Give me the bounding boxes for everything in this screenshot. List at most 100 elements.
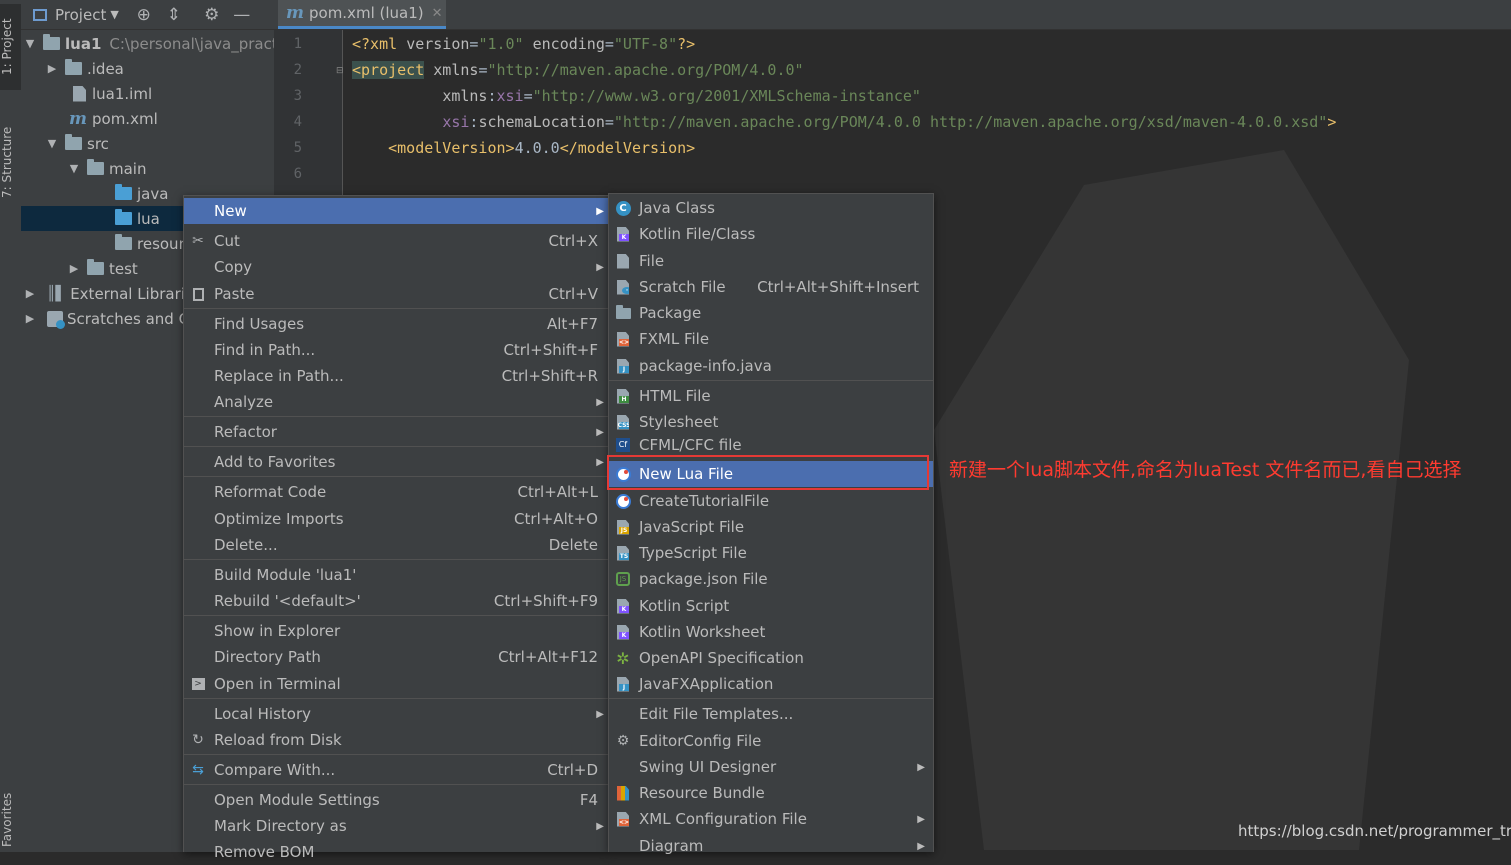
submenu-item-package-json[interactable]: JS package.json File: [609, 566, 933, 592]
submenu-arrow-icon: ▶: [596, 456, 604, 468]
line-number: 6: [293, 166, 302, 182]
submenu-item-java-class[interactable]: C Java Class: [609, 195, 933, 221]
locate-icon[interactable]: ⊕: [135, 5, 153, 25]
xml-value: "1.0": [478, 35, 524, 53]
expand-arrow-icon[interactable]: ▼: [67, 162, 81, 175]
project-toolbar: Project ▼ ⊕ ⇕ ⚙ —: [21, 0, 274, 30]
menu-item-label: Cut: [214, 232, 240, 250]
menu-item-label: Find Usages: [214, 315, 305, 333]
menu-item-label: TypeScript File: [639, 544, 747, 562]
menu-item-add-to-favorites[interactable]: Add to Favorites ▶: [184, 449, 608, 475]
code-line-3[interactable]: xmlns:xsi="http://www.w3.org/2001/XMLSch…: [352, 87, 921, 105]
submenu-item-cfml-file[interactable]: Cf CFML/CFC file: [609, 435, 933, 455]
submenu-item-fxml-file[interactable]: <> FXML File: [609, 326, 933, 352]
menu-item-new[interactable]: New ▶: [184, 198, 608, 224]
menu-item-delete[interactable]: Delete... Delete: [184, 532, 608, 558]
menu-item-shortcut: Ctrl+X: [548, 232, 598, 250]
expand-arrow-icon[interactable]: ▼: [45, 137, 59, 150]
menu-item-label: CFML/CFC file: [639, 436, 742, 454]
menu-item-label: New: [214, 202, 247, 220]
hide-panel-icon[interactable]: —: [233, 5, 251, 25]
line-number: 1: [293, 36, 302, 52]
xml-decl-open: <?xml: [352, 35, 407, 53]
expand-arrow-icon[interactable]: ▼: [23, 37, 37, 50]
submenu-item-stylesheet[interactable]: CSS Stylesheet: [609, 409, 933, 435]
code-line-1[interactable]: <?xml version="1.0" encoding="UTF-8"?>: [352, 35, 695, 53]
menu-item-analyze[interactable]: Analyze ▶: [184, 389, 608, 415]
submenu-item-openapi[interactable]: ✲ OpenAPI Specification: [609, 645, 933, 671]
structure-tool-tab[interactable]: 7: Structure: [0, 112, 21, 212]
xml-value: "http://maven.apache.org/POM/4.0.0 http:…: [613, 113, 1328, 131]
menu-item-show-in-explorer[interactable]: Show in Explorer: [184, 618, 608, 644]
menu-item-mark-directory-as[interactable]: Mark Directory as ▶: [184, 813, 608, 839]
submenu-item-scratch-file[interactable]: · Scratch File Ctrl+Alt+Shift+Insert: [609, 274, 933, 300]
menu-item-find-in-path[interactable]: Find in Path... Ctrl+Shift+F: [184, 337, 608, 363]
submenu-item-editorconfig[interactable]: ⚙ EditorConfig File: [609, 728, 933, 754]
lua-file-icon: [614, 492, 632, 510]
collapsed-arrow-icon[interactable]: ▶: [45, 62, 59, 75]
submenu-item-resource-bundle[interactable]: Resource Bundle: [609, 780, 933, 806]
collapsed-arrow-icon[interactable]: ▶: [23, 312, 37, 325]
submenu-item-create-tutorial-file[interactable]: CreateTutorialFile: [609, 488, 933, 514]
submenu-item-html-file[interactable]: H HTML File: [609, 383, 933, 409]
menu-item-copy[interactable]: Copy ▶: [184, 254, 608, 280]
editor-tab-pom-xml[interactable]: m pom.xml (lua1) ✕: [278, 0, 446, 29]
submenu-item-typescript-file[interactable]: TS TypeScript File: [609, 540, 933, 566]
menu-item-rebuild[interactable]: Rebuild '<default>' Ctrl+Shift+F9: [184, 588, 608, 614]
menu-item-open-module-settings[interactable]: Open Module Settings F4: [184, 787, 608, 813]
project-view-selector[interactable]: Project ▼: [33, 6, 119, 24]
menu-item-label: Package: [639, 304, 702, 322]
submenu-item-edit-file-templates[interactable]: Edit File Templates...: [609, 701, 933, 727]
favorites-tool-tab[interactable]: Favorites: [0, 790, 21, 850]
fold-marker-icon[interactable]: ⊟: [336, 66, 344, 76]
submenu-item-kotlin-file[interactable]: K Kotlin File/Class: [609, 221, 933, 247]
menu-item-label: Java Class: [639, 199, 715, 217]
menu-item-remove-bom[interactable]: Remove BOM: [184, 839, 608, 865]
menu-item-build-module[interactable]: Build Module 'lua1': [184, 562, 608, 588]
scratch-file-icon: ·: [614, 278, 632, 296]
submenu-item-swing-ui-designer[interactable]: Swing UI Designer ▶: [609, 754, 933, 780]
css-file-icon: CSS: [614, 413, 632, 431]
submenu-item-kotlin-script[interactable]: K Kotlin Script: [609, 593, 933, 619]
submenu-item-javafx-application[interactable]: J JavaFXApplication: [609, 671, 933, 697]
menu-item-refactor[interactable]: Refactor ▶: [184, 419, 608, 445]
menu-item-open-in-terminal[interactable]: > Open in Terminal: [184, 671, 608, 697]
project-tool-tab[interactable]: 1: Project: [0, 4, 21, 90]
gear-icon[interactable]: ⚙: [203, 5, 221, 25]
menu-item-label: Swing UI Designer: [639, 758, 777, 776]
tree-item-idea[interactable]: ▶ .idea: [21, 56, 298, 81]
folder-icon: [87, 159, 104, 175]
tree-item-src[interactable]: ▼ src: [21, 131, 298, 156]
code-line-5[interactable]: <modelVersion>4.0.0</modelVersion>: [352, 139, 695, 157]
submenu-item-package-info[interactable]: Jpackage-info.java: [609, 353, 933, 379]
collapsed-arrow-icon[interactable]: ▶: [23, 287, 37, 300]
menu-item-reformat-code[interactable]: Reformat Code Ctrl+Alt+L: [184, 479, 608, 505]
code-line-4[interactable]: xsi:schemaLocation="http://maven.apache.…: [352, 113, 1336, 131]
submenu-item-package[interactable]: Package: [609, 300, 933, 326]
collapse-all-icon[interactable]: ⇕: [165, 5, 183, 25]
submenu-item-xml-configuration[interactable]: <> XML Configuration File ▶: [609, 806, 933, 832]
menu-item-label: Copy: [214, 258, 253, 276]
xml-tag: <modelVersion>: [388, 139, 515, 157]
javafx-icon: J: [614, 675, 632, 693]
menu-item-cut[interactable]: ✂ Cut Ctrl+X: [184, 228, 608, 254]
submenu-item-kotlin-worksheet[interactable]: K Kotlin Worksheet: [609, 619, 933, 645]
menu-item-label: HTML File: [639, 387, 711, 405]
menu-item-paste[interactable]: Paste Ctrl+V: [184, 281, 608, 307]
menu-item-local-history[interactable]: Local History ▶: [184, 701, 608, 727]
code-line-2[interactable]: <project xmlns="http://maven.apache.org/…: [352, 61, 804, 79]
menu-item-compare-with[interactable]: ⇆ Compare With... Ctrl+D: [184, 757, 608, 783]
tree-item-lua1[interactable]: ▼ lua1 C:\personal\java_practi: [21, 31, 276, 56]
submenu-item-file[interactable]: File: [609, 248, 933, 274]
collapsed-arrow-icon[interactable]: ▶: [67, 262, 81, 275]
submenu-item-javascript-file[interactable]: JS JavaScript File: [609, 514, 933, 540]
close-icon[interactable]: ✕: [432, 6, 443, 21]
menu-item-optimize-imports[interactable]: Optimize Imports Ctrl+Alt+O: [184, 506, 608, 532]
menu-item-reload-from-disk[interactable]: ↻ Reload from Disk: [184, 727, 608, 753]
nodejs-icon: JS: [614, 570, 632, 588]
menu-item-find-usages[interactable]: Find Usages Alt+F7: [184, 311, 608, 337]
menu-item-replace-in-path[interactable]: Replace in Path... Ctrl+Shift+R: [184, 363, 608, 389]
submenu-item-diagram[interactable]: Diagram ▶: [609, 833, 933, 859]
package-info-icon: J: [614, 357, 632, 375]
menu-item-directory-path[interactable]: Directory Path Ctrl+Alt+F12: [184, 644, 608, 670]
